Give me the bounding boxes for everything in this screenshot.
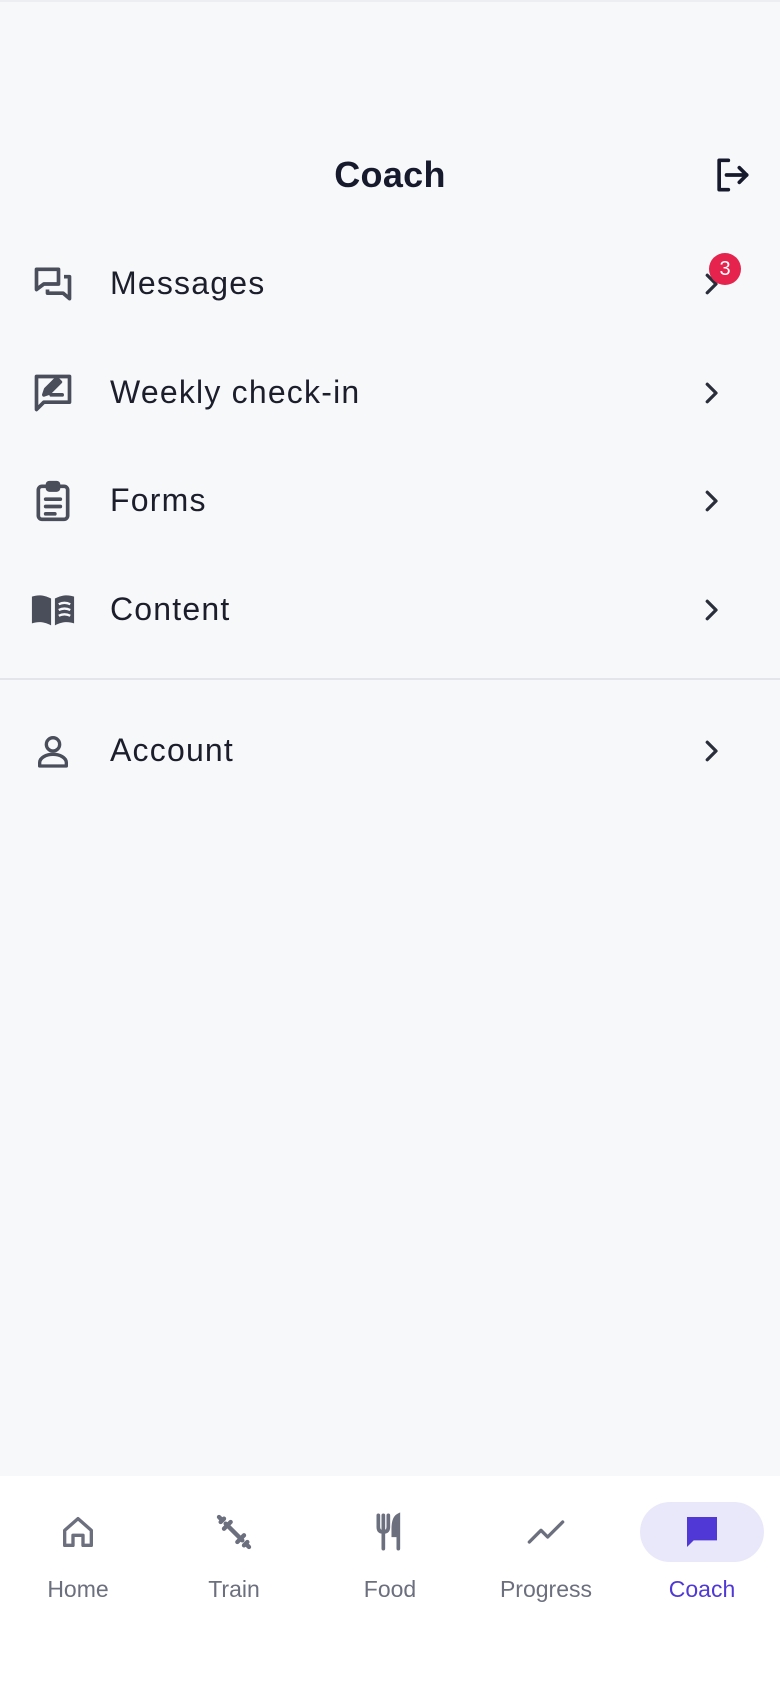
nav-label: Food (363, 1576, 417, 1602)
menu-item-messages[interactable]: Messages 3 (0, 229, 780, 338)
menu-item-label: Forms (110, 482, 207, 518)
menu-item-label: Weekly check-in (110, 373, 361, 410)
chevron-right-icon (705, 490, 718, 512)
menu-item-account[interactable]: Account (0, 696, 780, 805)
chevron-right-icon (705, 382, 718, 403)
logout-icon (717, 158, 749, 192)
menu-item-label: Account (110, 732, 235, 768)
nav-food[interactable]: Food (312, 1476, 468, 1626)
menu-item-label: Content (110, 590, 231, 627)
menu-item-content[interactable]: Content (0, 555, 780, 664)
chevron-right-icon (705, 740, 718, 762)
person-icon (30, 728, 76, 774)
logout-button[interactable] (708, 151, 756, 199)
nav-coach[interactable]: Coach (624, 1476, 780, 1626)
chat-icon (687, 1517, 717, 1547)
home-icon (63, 1517, 94, 1547)
nav-label: Progress (499, 1576, 593, 1602)
divider (0, 678, 780, 680)
trend-line-icon (527, 1520, 565, 1544)
unread-badge: 3 (709, 253, 741, 285)
coach-menu: Messages 3 Weekly check-in Forms Content (0, 229, 780, 663)
chevron-right-icon (705, 599, 718, 620)
edit-note-icon (30, 370, 76, 416)
dumbbell-icon (216, 1514, 252, 1550)
nav-label: Train (208, 1576, 260, 1602)
open-book-icon (30, 587, 76, 633)
fork-knife-icon (376, 1512, 401, 1551)
nav-label: Home (47, 1576, 109, 1602)
header: Coach (0, 140, 780, 210)
menu-item-forms[interactable]: Forms (0, 446, 780, 555)
nav-label: Coach (668, 1576, 736, 1602)
menu-item-label: Messages (110, 265, 266, 301)
nav-train[interactable]: Train (156, 1476, 312, 1626)
chat-bubbles-icon (30, 261, 76, 307)
nav-progress[interactable]: Progress (468, 1476, 624, 1626)
page-title: Coach (334, 154, 446, 195)
account-menu: Account (0, 696, 780, 805)
bottom-nav: Home Train Food Progress Coach (0, 1476, 780, 1696)
menu-item-weekly-check-in[interactable]: Weekly check-in (0, 338, 780, 447)
clipboard-icon (30, 478, 76, 524)
nav-home[interactable]: Home (0, 1476, 156, 1626)
status-bar (0, 0, 780, 2)
